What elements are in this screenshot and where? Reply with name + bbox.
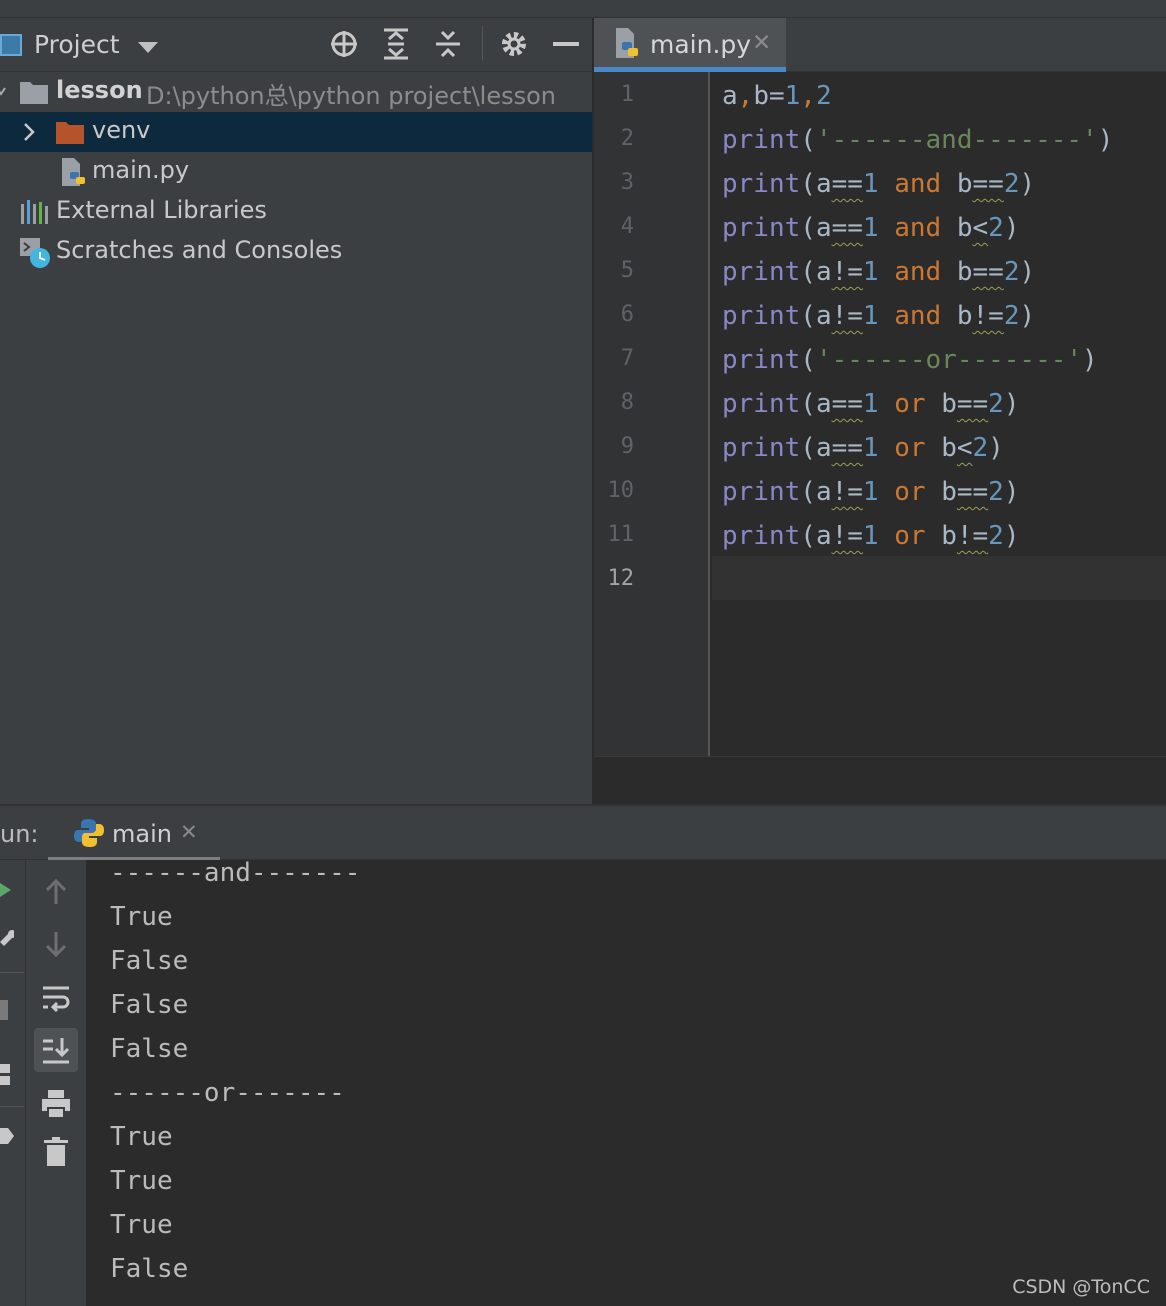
project-icon [0, 34, 22, 56]
stop-icon[interactable] [0, 1000, 8, 1020]
header-divider [482, 26, 483, 60]
output-line: False [110, 990, 189, 1020]
run-label: un: [0, 820, 39, 848]
pin-icon[interactable] [0, 1124, 14, 1148]
output-line: True [110, 1122, 173, 1152]
tree-item-venv[interactable]: venv [0, 112, 592, 152]
layout-icon[interactable] [0, 1064, 12, 1086]
output-line: False [110, 1034, 189, 1064]
tree-item-lesson[interactable]: lesson D:\python总\python project\lesson [0, 72, 592, 112]
project-title[interactable]: Project [34, 30, 120, 59]
line-number: 7 [620, 346, 634, 371]
minimize-icon[interactable] [548, 26, 584, 62]
line-number: 9 [620, 434, 634, 459]
tab-main-py[interactable]: main.py ✕ [594, 18, 786, 72]
run-panel: un: main ✕ ------and------- True False F… [0, 804, 1166, 1306]
project-header: Project [0, 18, 592, 72]
python-file-icon [616, 28, 638, 58]
line-number: 6 [620, 302, 634, 327]
line-number: 8 [620, 390, 634, 415]
soft-wrap-icon[interactable] [34, 976, 78, 1020]
console-output[interactable]: ------and------- True False False False -----… [86, 858, 1166, 1306]
line-number: 2 [620, 126, 634, 151]
code-line[interactable]: print(a!=1 and b!=2) [722, 294, 1035, 338]
scroll-to-end-icon[interactable] [34, 1028, 78, 1072]
code-area[interactable]: a,b=1,2 print('------and-------') print(a=… [712, 72, 1166, 756]
tree-item-main-py[interactable]: main.py [0, 152, 592, 192]
editor-bottom-area [594, 756, 1166, 804]
output-line: False [110, 946, 189, 976]
code-line[interactable]: a,b=1,2 [722, 74, 832, 118]
watermark: CSDN @TonCC [1012, 1276, 1150, 1298]
current-line-highlight [712, 556, 1166, 600]
tree-item-label: main.py [92, 156, 190, 184]
dropdown-icon[interactable] [138, 42, 158, 53]
code-line[interactable]: print(a==1 and b<2) [722, 206, 1019, 250]
line-number: 3 [620, 170, 634, 195]
wrench-icon[interactable] [0, 928, 14, 948]
libraries-icon [21, 200, 48, 224]
chevron-right-icon[interactable] [22, 122, 36, 142]
gear-icon[interactable] [496, 26, 532, 62]
tree-item-label: Scratches and Consoles [56, 236, 343, 264]
code-line[interactable]: print('------and-------') [722, 118, 1113, 162]
toolbar-divider [0, 1106, 24, 1107]
run-tab-label: main [112, 820, 172, 848]
code-line[interactable]: print(a==1 or b==2) [722, 382, 1019, 426]
code-line[interactable]: print('------or-------') [722, 338, 1098, 382]
locate-icon[interactable] [326, 26, 362, 62]
run-tab-main[interactable]: main ✕ [48, 806, 220, 862]
line-number: 10 [607, 478, 635, 503]
line-number: 5 [620, 258, 634, 283]
line-number: 1 [620, 82, 634, 107]
output-line: True [110, 1210, 173, 1240]
output-line: ------and------- [110, 858, 361, 888]
up-arrow-icon[interactable] [34, 870, 78, 914]
python-file-icon [62, 158, 85, 186]
folder-icon [56, 122, 84, 144]
output-line: True [110, 902, 173, 932]
code-line[interactable]: print(a==1 or b<2) [722, 426, 1004, 470]
editor-tab-bar: main.py ✕ [594, 18, 1166, 72]
title-strip [0, 0, 1166, 18]
scratches-icon [20, 238, 50, 268]
code-line[interactable]: print(a==1 and b==2) [722, 162, 1035, 206]
collapse-all-icon[interactable] [430, 26, 466, 62]
code-line[interactable]: print(a!=1 or b!=2) [722, 514, 1019, 558]
close-icon[interactable]: ✕ [752, 30, 771, 56]
python-icon [74, 819, 104, 847]
line-number: 11 [607, 522, 635, 547]
expand-all-icon[interactable] [378, 26, 414, 62]
tree-item-label: venv [92, 116, 151, 144]
output-line: False [110, 1254, 189, 1284]
run-left-toolbar [0, 860, 26, 1306]
editor: main.py ✕ 1 2 3 4 5 6 7 8 9 10 11 12 a,b… [594, 18, 1166, 804]
output-line: True [110, 1166, 173, 1196]
project-panel: Project lesson D:\python总\python project… [0, 18, 592, 804]
output-line: ------or------- [110, 1078, 345, 1108]
code-line[interactable]: print(a!=1 and b==2) [722, 250, 1035, 294]
rerun-icon[interactable] [0, 882, 12, 898]
print-icon[interactable] [34, 1082, 78, 1126]
tab-label: main.py [650, 30, 752, 59]
close-icon[interactable]: ✕ [180, 820, 198, 844]
project-root-path: D:\python总\python project\lesson [146, 82, 556, 110]
tree-item-external-libraries[interactable]: External Libraries [0, 192, 592, 232]
line-number-current: 12 [607, 566, 635, 591]
console-toolbar [26, 860, 86, 1306]
run-header: un: main ✕ [0, 804, 1166, 862]
toolbar-divider [0, 972, 24, 973]
code-line[interactable]: print(a!=1 or b==2) [722, 470, 1019, 514]
folder-icon [20, 82, 48, 104]
line-number-gutter: 1 2 3 4 5 6 7 8 9 10 11 12 [594, 72, 710, 756]
tree-item-label: External Libraries [56, 196, 267, 224]
chevron-down-icon[interactable] [0, 85, 6, 99]
tree-item-scratches[interactable]: Scratches and Consoles [0, 232, 592, 272]
line-number: 4 [620, 214, 634, 239]
down-arrow-icon[interactable] [34, 922, 78, 966]
project-root-name: lesson [56, 76, 143, 104]
trash-icon[interactable] [34, 1130, 78, 1174]
